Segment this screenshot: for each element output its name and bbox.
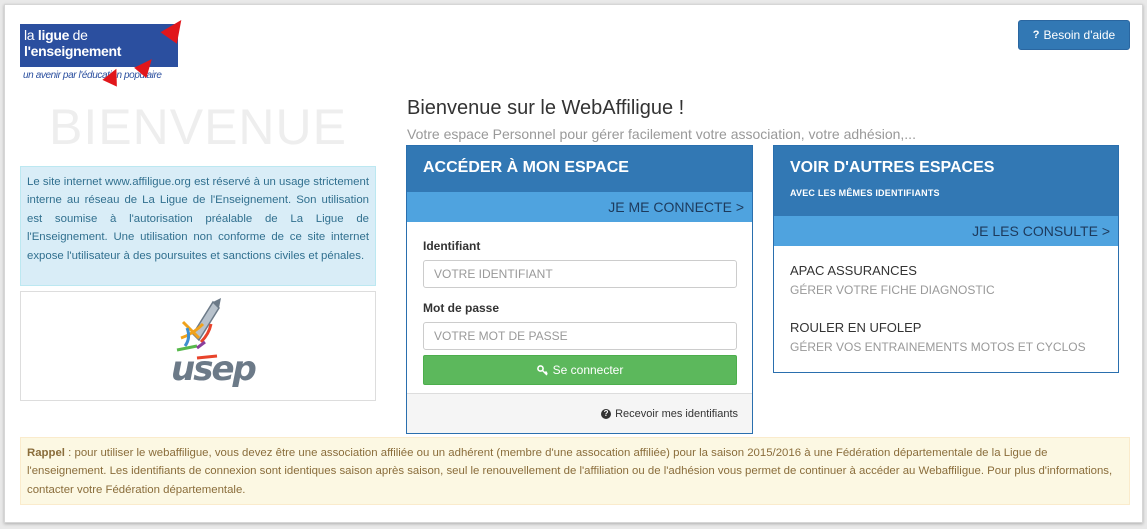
welcome-subtitle: Votre espace Personnel pour gérer facile…	[407, 126, 916, 142]
usage-notice: Le site internet www.affiligue.org est r…	[20, 166, 376, 286]
receive-credentials-link[interactable]: ? Recevoir mes identifiants	[407, 393, 752, 433]
bienvenue-heading: BIENVENUE	[49, 99, 347, 155]
login-panel: ACCÉDER À MON ESPACE JE ME CONNECTE > Id…	[406, 145, 753, 434]
identifiant-label: Identifiant	[423, 239, 481, 253]
rappel-notice: Rappel : pour utiliser le webaffiligue, …	[20, 437, 1130, 505]
password-input[interactable]: VOTRE MOT DE PASSE	[423, 322, 737, 350]
password-label: Mot de passe	[423, 301, 500, 315]
space-item-ufolep[interactable]: ROULER EN UFOLEP GÉRER VOS ENTRAINEMENTS…	[790, 320, 1086, 354]
ligue-enseignement-logo[interactable]: la ligue de l'enseignement un avenir par…	[20, 14, 190, 88]
key-icon	[536, 364, 548, 376]
question-circle-icon: ?	[601, 408, 612, 419]
connect-link[interactable]: JE ME CONNECTE >	[407, 192, 752, 222]
welcome-title: Bienvenue sur le WebAffiligue !	[407, 97, 685, 119]
other-spaces-header: VOIR D'AUTRES ESPACES AVEC LES MÊMES IDE…	[774, 146, 1118, 216]
space-item-apac[interactable]: APAC ASSURANCES GÉRER VOTRE FICHE DIAGNO…	[790, 263, 995, 297]
question-icon: ?	[1032, 29, 1040, 41]
identifiant-input[interactable]: VOTRE IDENTIFIANT	[423, 260, 737, 288]
connect-button[interactable]: Se connecter	[423, 355, 737, 385]
usep-logo-box[interactable]: usep	[20, 291, 376, 401]
other-spaces-panel: VOIR D'AUTRES ESPACES AVEC LES MÊMES IDE…	[773, 145, 1119, 373]
consult-link[interactable]: JE LES CONSULTE >	[774, 216, 1118, 246]
usep-logo-icon: usep	[171, 298, 259, 389]
login-panel-header: ACCÉDER À MON ESPACE	[407, 146, 752, 192]
help-button[interactable]: ? Besoin d'aide	[1018, 20, 1130, 50]
